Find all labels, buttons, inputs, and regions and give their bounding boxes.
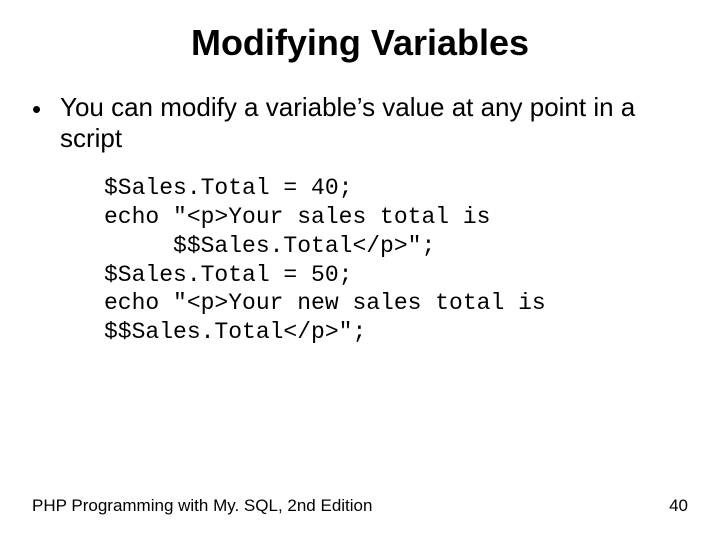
footer-source: PHP Programming with My. SQL, 2nd Editio… <box>32 496 372 516</box>
bullet-item: • You can modify a variable’s value at a… <box>32 92 688 154</box>
page-number: 40 <box>669 496 688 516</box>
slide-body: • You can modify a variable’s value at a… <box>0 64 720 347</box>
slide-title: Modifying Variables <box>0 0 720 64</box>
bullet-text: You can modify a variable’s value at any… <box>60 92 688 154</box>
slide: Modifying Variables • You can modify a v… <box>0 0 720 540</box>
bullet-marker: • <box>32 92 60 125</box>
code-block: $Sales.Total = 40; echo "<p>Your sales t… <box>32 154 688 347</box>
